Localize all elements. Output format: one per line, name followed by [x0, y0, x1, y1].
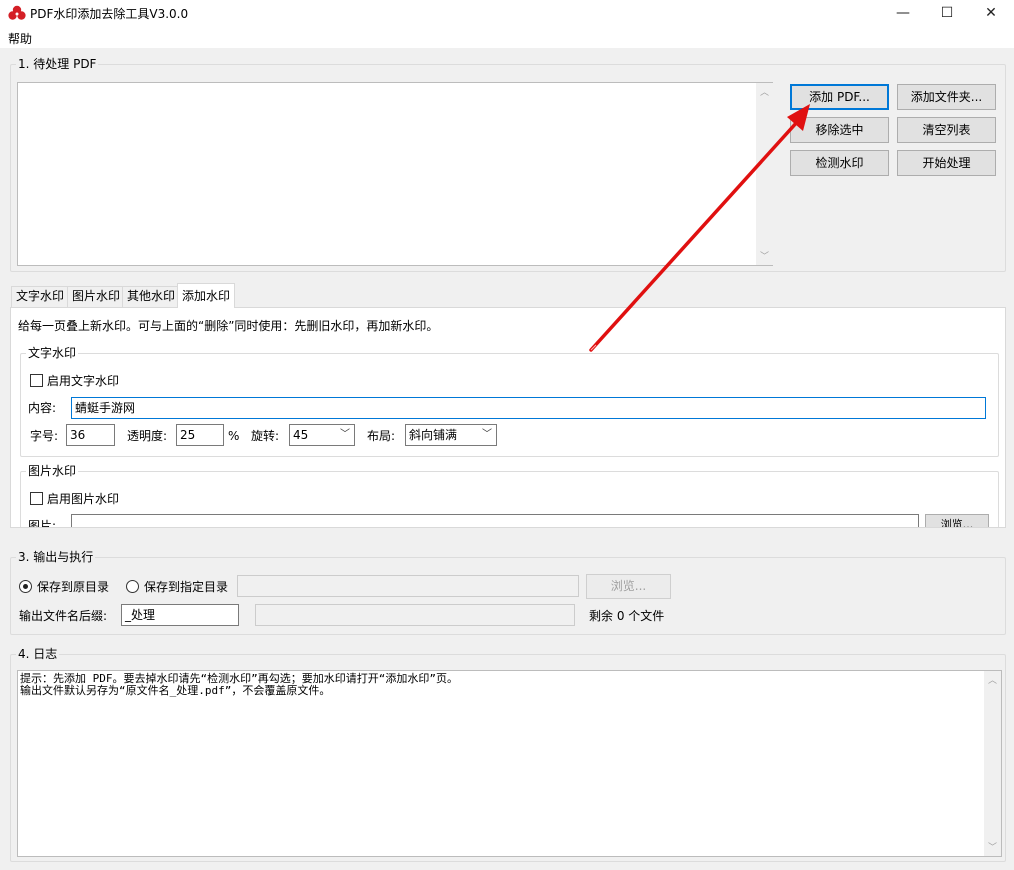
log-textarea[interactable]: 提示：先添加 PDF。要去掉水印请先“检测水印”再勾选；要加水印请打开“添加水印…	[17, 670, 1002, 857]
scroll-down-icon[interactable]: ﹀	[984, 840, 1001, 853]
output-dir-input[interactable]	[237, 575, 579, 597]
pdf-list-scrollbar[interactable]: ︿ ﹀	[756, 83, 773, 265]
start-process-button[interactable]: 开始处理	[897, 150, 996, 176]
progress-bar	[255, 604, 575, 626]
layout-label: 布局:	[367, 429, 396, 443]
enable-text-watermark-checkbox[interactable]	[30, 374, 43, 387]
font-size-input[interactable]: 36	[66, 424, 115, 446]
layout-select[interactable]: 斜向铺满 ﹀	[405, 424, 497, 446]
tab-add-watermark[interactable]: 添加水印	[177, 283, 236, 308]
opacity-input[interactable]: 25	[176, 424, 224, 446]
close-button[interactable]: ✕	[968, 0, 1014, 26]
save-original-label: 保存到原目录	[37, 580, 110, 594]
enable-text-watermark-label: 启用文字水印	[47, 374, 120, 388]
menu-bar: 帮助	[0, 26, 1014, 48]
add-watermark-panel: 给每一页叠上新水印。可与上面的“删除”同时使用：先删旧水印，再加新水印。 文字水…	[10, 307, 1006, 528]
content-label: 内容:	[28, 401, 57, 415]
text-watermark-group-title: 文字水印	[26, 346, 79, 360]
pdf-list-group-title: 1. 待处理 PDF	[16, 57, 99, 71]
layout-value: 斜向铺满	[409, 428, 458, 442]
opacity-unit: %	[228, 429, 240, 443]
menu-help[interactable]: 帮助	[8, 30, 32, 47]
add-pdf-button[interactable]: 添加 PDF...	[790, 84, 889, 110]
log-line: 输出文件默认另存为“原文件名_处理.pdf”，不会覆盖原文件。	[20, 684, 331, 697]
rotation-value: 45	[293, 428, 309, 442]
log-text: 提示：先添加 PDF。要去掉水印请先“检测水印”再勾选；要加水印请打开“添加水印…	[18, 671, 1001, 699]
app-icon	[8, 5, 26, 20]
tab-text-watermark[interactable]: 文字水印	[11, 286, 70, 307]
chevron-down-icon: ﹀	[482, 429, 492, 440]
image-watermark-group-title: 图片水印	[26, 464, 79, 478]
save-specified-radio[interactable]	[126, 580, 139, 593]
title-bar: PDF水印添加去除工具V3.0.0 — ☐ ✕	[0, 0, 1014, 26]
minimize-button[interactable]: —	[880, 0, 926, 26]
log-group-title: 4. 日志	[16, 647, 60, 661]
maximize-button[interactable]: ☐	[924, 0, 970, 26]
save-specified-label: 保存到指定目录	[144, 580, 229, 594]
opacity-label: 透明度:	[127, 429, 168, 443]
output-group-title: 3. 输出与执行	[16, 550, 96, 564]
pdf-file-list[interactable]	[17, 82, 773, 266]
scroll-down-icon[interactable]: ﹀	[756, 249, 773, 262]
image-path-input[interactable]	[71, 514, 919, 527]
image-path-label: 图片:	[28, 519, 57, 528]
font-size-label: 字号:	[30, 429, 59, 443]
suffix-label: 输出文件名后缀:	[19, 609, 108, 623]
add-watermark-hint: 给每一页叠上新水印。可与上面的“删除”同时使用：先删旧水印，再加新水印。	[18, 319, 439, 333]
clear-list-button[interactable]: 清空列表	[897, 117, 996, 143]
scroll-up-icon[interactable]: ︿	[756, 85, 773, 98]
rotation-label: 旋转:	[251, 429, 280, 443]
image-browse-button[interactable]: 浏览...	[925, 514, 989, 527]
detect-watermark-button[interactable]: 检测水印	[790, 150, 889, 176]
output-browse-button[interactable]: 浏览...	[586, 574, 671, 599]
scroll-up-icon[interactable]: ︿	[984, 673, 1001, 686]
chevron-down-icon: ﹀	[340, 429, 350, 440]
remove-selected-button[interactable]: 移除选中	[790, 117, 889, 143]
rotation-select[interactable]: 45 ﹀	[289, 424, 355, 446]
log-scrollbar[interactable]: ︿ ﹀	[984, 671, 1001, 856]
enable-image-watermark-label: 启用图片水印	[47, 492, 120, 506]
tab-image-watermark[interactable]: 图片水印	[67, 286, 126, 307]
watermark-content-input[interactable]: 蜻蜓手游网	[71, 397, 986, 419]
add-folder-button[interactable]: 添加文件夹...	[897, 84, 996, 110]
save-original-radio[interactable]	[19, 580, 32, 593]
suffix-input[interactable]: _处理	[121, 604, 239, 626]
window-title: PDF水印添加去除工具V3.0.0	[30, 7, 189, 21]
tab-other-watermark[interactable]: 其他水印	[122, 286, 181, 307]
enable-image-watermark-checkbox[interactable]	[30, 492, 43, 505]
remaining-count: 剩余 0 个文件	[589, 609, 665, 623]
